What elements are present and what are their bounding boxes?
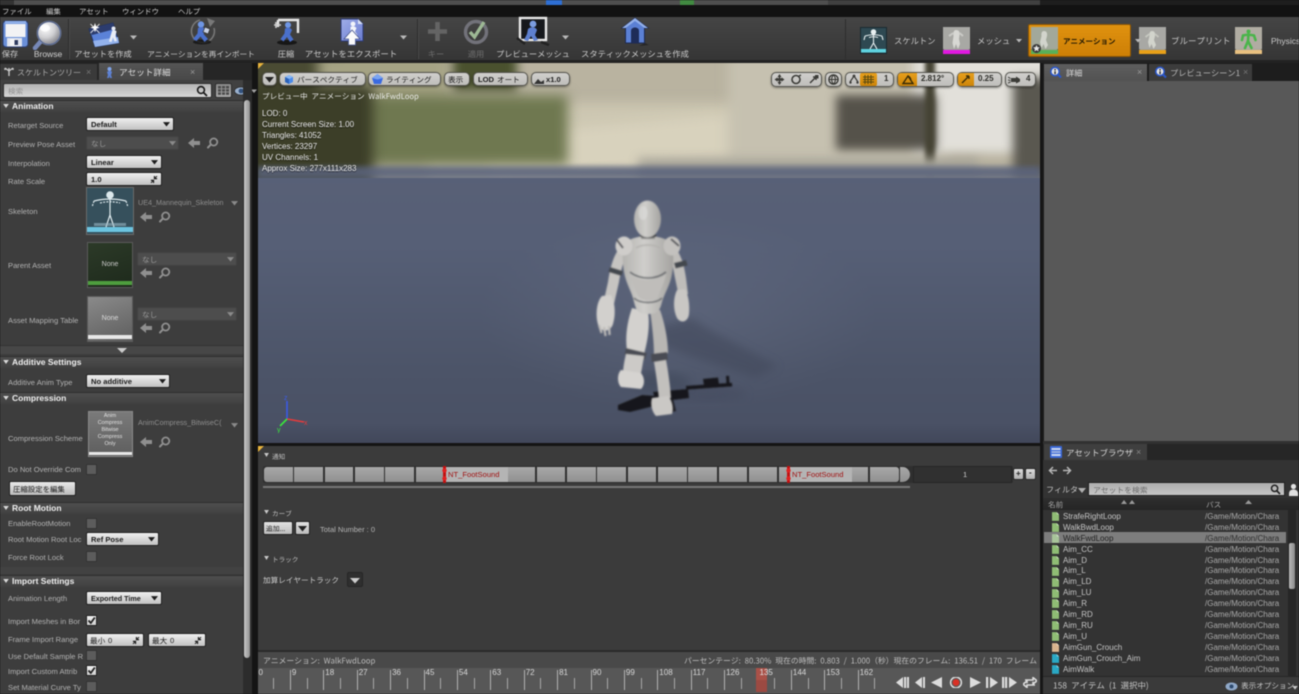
svg-text:y: y (277, 427, 281, 433)
svg-text:x: x (304, 420, 308, 427)
svg-text:z: z (284, 395, 288, 402)
